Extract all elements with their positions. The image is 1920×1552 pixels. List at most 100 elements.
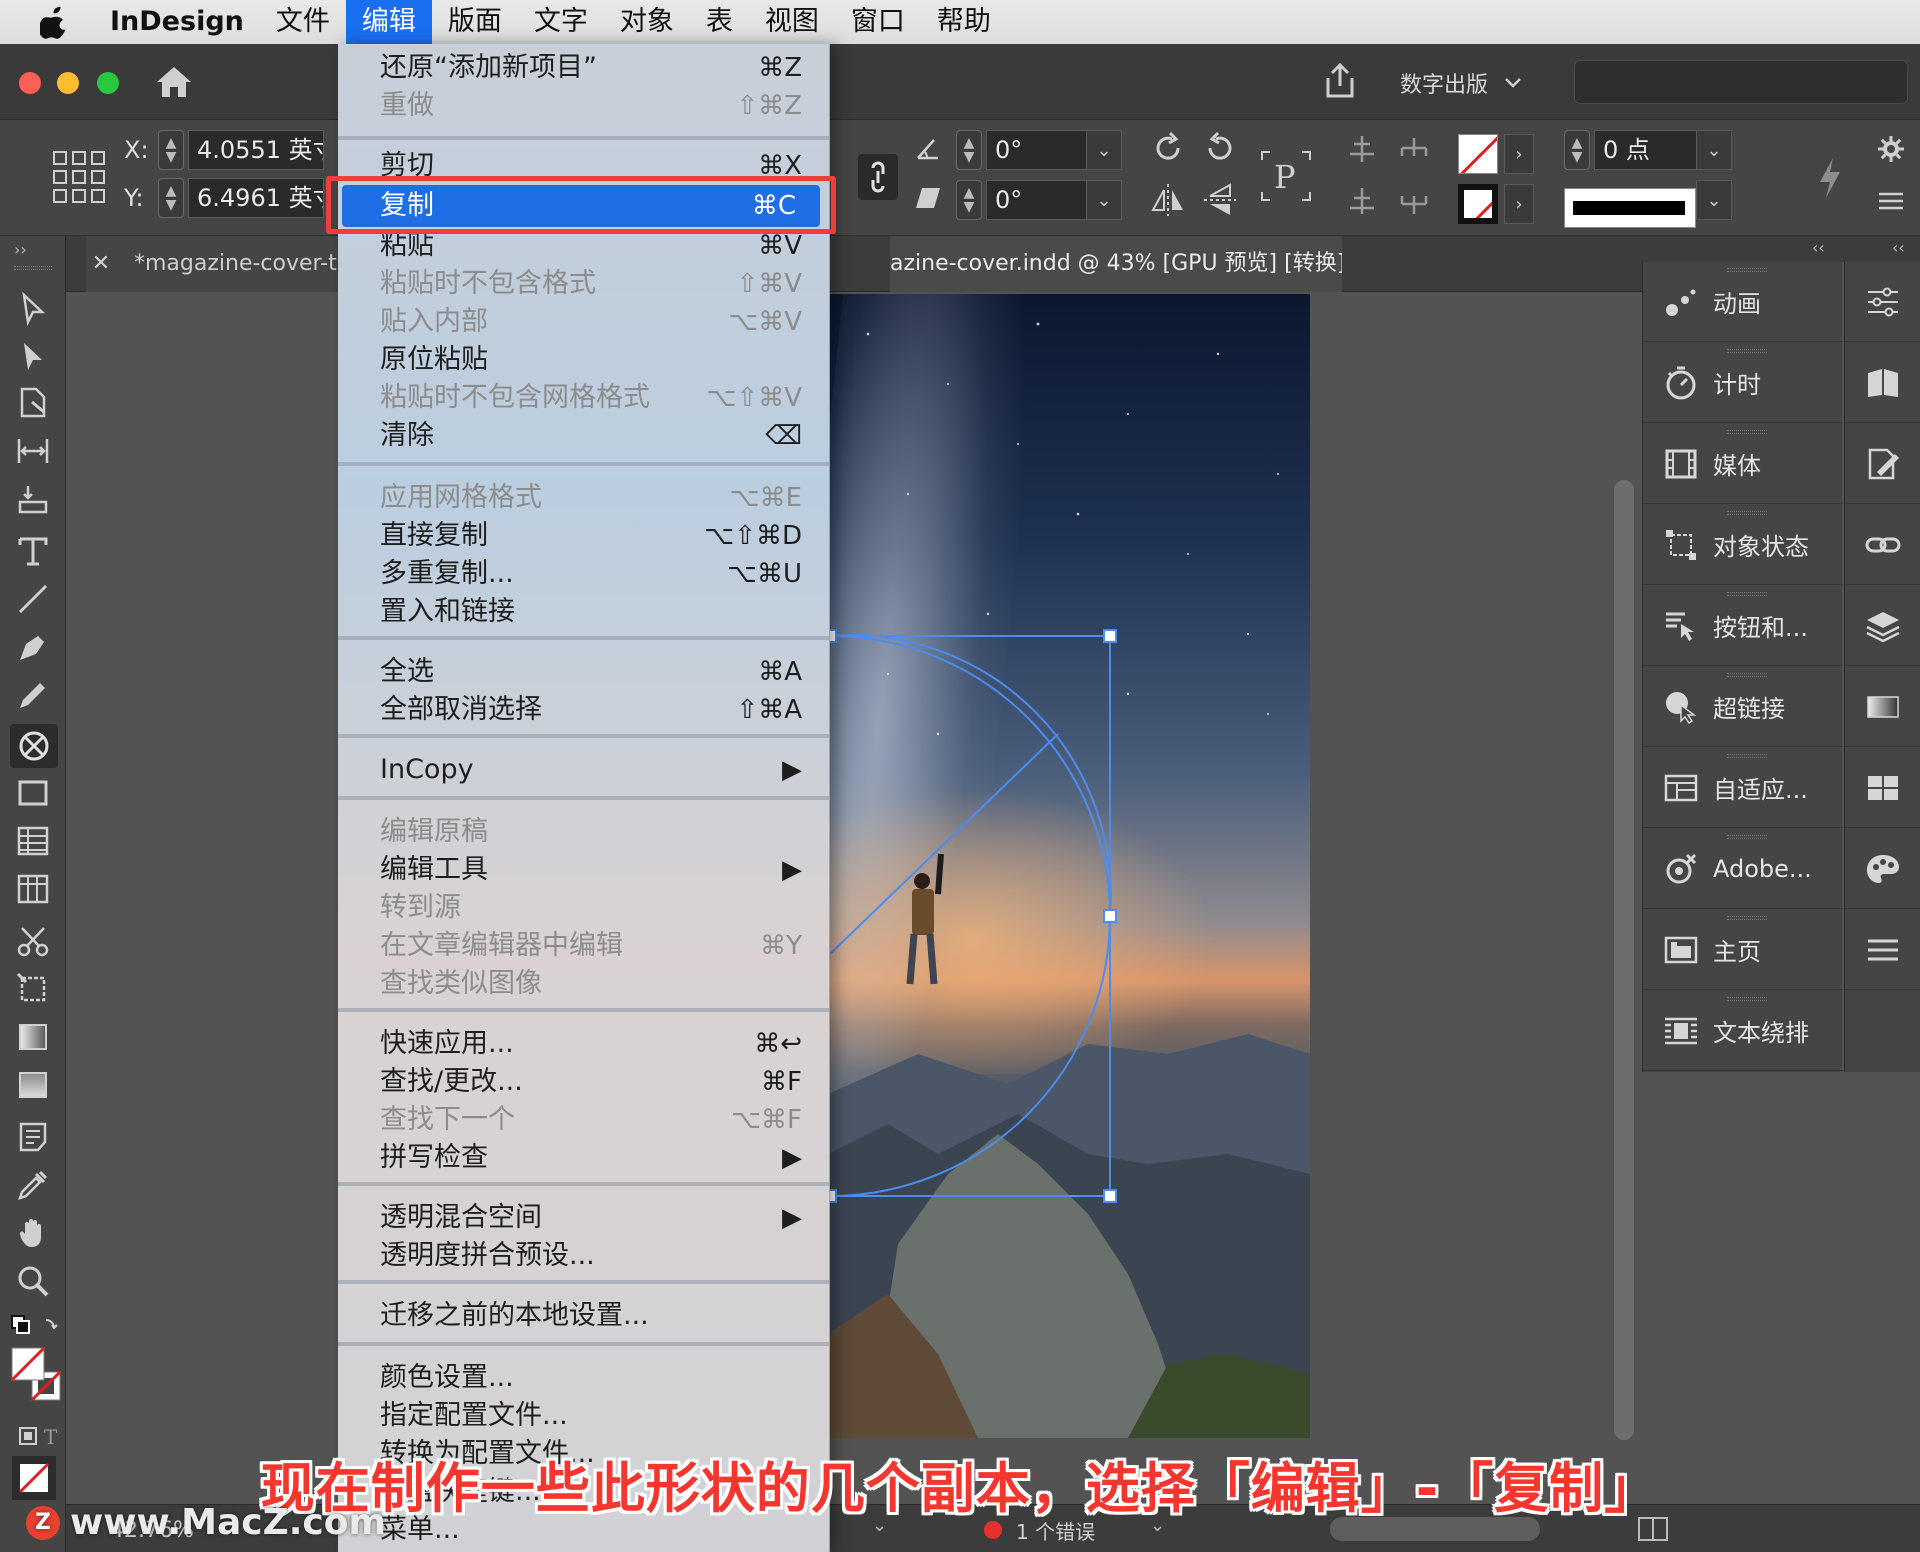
menu-item-clear[interactable]: 清除 ⌫	[338, 418, 829, 454]
menu-item-find-next[interactable]: 查找下一个 ⌥⌘F	[338, 1102, 829, 1138]
menu-item-go-to-source[interactable]: 转到源	[338, 890, 829, 926]
gap-tool-icon[interactable]	[16, 434, 50, 468]
minimize-window-button[interactable]	[57, 72, 79, 94]
stroke-swatch[interactable]	[1458, 184, 1498, 224]
panel-color[interactable]	[1845, 829, 1920, 909]
stroke-style-preview[interactable]	[1564, 188, 1696, 228]
page-tool-icon[interactable]	[16, 386, 50, 420]
x-stepper[interactable]: ▲ ▼	[158, 130, 184, 170]
align-top-icon[interactable]	[1344, 132, 1380, 168]
panel-cc-libraries[interactable]	[1845, 424, 1920, 504]
panel-menu-icon[interactable]	[1876, 186, 1906, 216]
rotate-contents-p-icon[interactable]: P	[1258, 148, 1314, 204]
stroke-swatch-dropdown[interactable]: ›	[1504, 184, 1534, 224]
menu-object[interactable]: 对象	[604, 0, 690, 44]
menu-item-incopy[interactable]: InCopy ▶	[338, 752, 829, 788]
zoom-tool-icon[interactable]	[16, 1264, 50, 1298]
zoom-window-button[interactable]	[97, 72, 119, 94]
content-collector-icon[interactable]	[16, 482, 50, 516]
panel-layers[interactable]	[1845, 586, 1920, 666]
menu-item-assign-profiles[interactable]: 指定配置文件...	[338, 1398, 829, 1434]
menu-item-edit-original[interactable]: 编辑原稿	[338, 814, 829, 850]
menu-item-find-change[interactable]: 查找/更改... ⌘F	[338, 1064, 829, 1100]
distribute-icon[interactable]	[1396, 132, 1432, 168]
collapse-panel-2-icon[interactable]: ‹‹	[1892, 238, 1905, 257]
rotate-ccw-icon[interactable]	[1202, 130, 1238, 166]
y-stepper[interactable]: ▲ ▼	[158, 178, 184, 218]
share-icon[interactable]	[1322, 62, 1358, 100]
panel-links[interactable]	[1845, 505, 1920, 585]
flip-vertical-icon[interactable]	[1202, 182, 1238, 218]
menu-view[interactable]: 视图	[749, 0, 835, 44]
x-position-field[interactable]: 4.0551 英寸	[188, 130, 324, 170]
panel-object-states[interactable]: 对象状态	[1643, 505, 1843, 585]
selection-tool-icon[interactable]	[16, 292, 50, 326]
y-position-field[interactable]: 6.4961 英寸	[188, 178, 324, 218]
rotation-stepper[interactable]: ▲ ▼	[956, 130, 982, 170]
panel-properties[interactable]	[1845, 262, 1920, 342]
rotation-dropdown[interactable]: ⌄	[1086, 130, 1122, 170]
panel-media[interactable]: 媒体	[1643, 424, 1843, 504]
menu-item-deselect-all[interactable]: 全部取消选择 ⇧⌘A	[338, 692, 829, 728]
collapse-panel-icon[interactable]: ‹‹	[1812, 238, 1825, 257]
collapse-tools-icon[interactable]: ››	[14, 240, 27, 259]
reference-point-icon[interactable]	[52, 150, 106, 204]
workspace-switcher[interactable]: 数字出版	[1400, 64, 1522, 102]
menu-window[interactable]: 窗口	[835, 0, 921, 44]
panel-pages-spread[interactable]	[1845, 343, 1920, 423]
apple-menu-icon[interactable]	[0, 5, 110, 39]
menu-item-edit-with[interactable]: 编辑工具 ▶	[338, 852, 829, 888]
menu-item-select-all[interactable]: 全选 ⌘A	[338, 654, 829, 690]
stroke-weight-dropdown[interactable]: ⌄	[1696, 130, 1732, 170]
close-window-button[interactable]	[19, 72, 41, 94]
panel-animation[interactable]: 动画	[1643, 262, 1843, 342]
gradient-swatch-tool-icon[interactable]	[16, 1020, 50, 1054]
menu-item-spelling[interactable]: 拼写检查 ▶	[338, 1140, 829, 1176]
shear-field[interactable]: 0°	[986, 180, 1088, 220]
search-input[interactable]	[1574, 60, 1908, 104]
fill-swatch-dropdown[interactable]: ›	[1504, 134, 1534, 174]
free-transform-tool-icon[interactable]	[16, 972, 50, 1006]
panel-text-wrap[interactable]: 文本绕排	[1643, 991, 1843, 1071]
scissors-tool-icon[interactable]	[16, 924, 50, 958]
rotate-cw-icon[interactable]	[1150, 130, 1186, 166]
close-tab-icon[interactable]: ✕	[86, 236, 116, 292]
panel-pages[interactable]: 主页	[1643, 910, 1843, 990]
flip-horizontal-icon[interactable]	[1150, 182, 1186, 218]
document-tab-2[interactable]: azine-cover.indd @ 43% [GPU 预览] [转换]	[890, 236, 1342, 292]
pen-tool-icon[interactable]	[16, 630, 50, 664]
shear-dropdown[interactable]: ⌄	[1086, 180, 1122, 220]
menu-item-paste-without-formatting[interactable]: 粘贴时不包含格式 ⇧⌘V	[338, 266, 829, 302]
default-colors-icon[interactable]	[8, 1312, 58, 1346]
direct-selection-tool-icon[interactable]	[16, 340, 50, 374]
home-icon[interactable]	[154, 64, 194, 100]
eyedropper-tool-icon[interactable]	[16, 1168, 50, 1202]
document-page-photo[interactable]	[828, 294, 1310, 1438]
align-bottom-icon[interactable]	[1344, 184, 1380, 220]
constrain-link-icon[interactable]	[858, 154, 898, 200]
menu-item-migrate-local-settings[interactable]: 迁移之前的本地设置...	[338, 1298, 829, 1334]
menu-table[interactable]: 表	[690, 0, 749, 44]
panel-hyperlinks[interactable]: 超链接	[1643, 667, 1843, 747]
gradient-feather-tool-icon[interactable]	[16, 1068, 50, 1102]
menu-edit[interactable]: 编辑	[345, 0, 432, 44]
fill-stroke-icon[interactable]	[10, 1346, 66, 1406]
menu-item-redo[interactable]: 重做 ⇧⌘Z	[338, 88, 829, 124]
menu-item-step-and-repeat[interactable]: 多重复制... ⌥⌘U	[338, 556, 829, 592]
hand-tool-icon[interactable]	[16, 1216, 50, 1250]
rectangle-tool-icon[interactable]	[16, 776, 50, 810]
menu-layout[interactable]: 版面	[432, 0, 518, 44]
panel-adobe-capture[interactable]: Adobe...	[1643, 829, 1843, 909]
menu-item-edit-in-story-editor[interactable]: 在文章编辑器中编辑 ⌘Y	[338, 928, 829, 964]
menu-item-paste-into[interactable]: 贴入内部 ⌥⌘V	[338, 304, 829, 340]
shear-stepper[interactable]: ▲ ▼	[956, 180, 982, 220]
menu-item-apply-grid-format[interactable]: 应用网格格式 ⌥⌘E	[338, 480, 829, 516]
grid-tool-icon[interactable]	[16, 872, 50, 906]
line-tool-icon[interactable]	[16, 582, 50, 616]
menu-file[interactable]: 文件	[260, 0, 346, 44]
table-tool-icon[interactable]	[16, 824, 50, 858]
panel-swatches[interactable]	[1845, 748, 1920, 828]
panel-paragraph[interactable]	[1845, 910, 1920, 990]
menu-item-transparency-flattener-presets[interactable]: 透明度拼合预设...	[338, 1238, 829, 1274]
type-tool-icon[interactable]	[16, 534, 50, 568]
